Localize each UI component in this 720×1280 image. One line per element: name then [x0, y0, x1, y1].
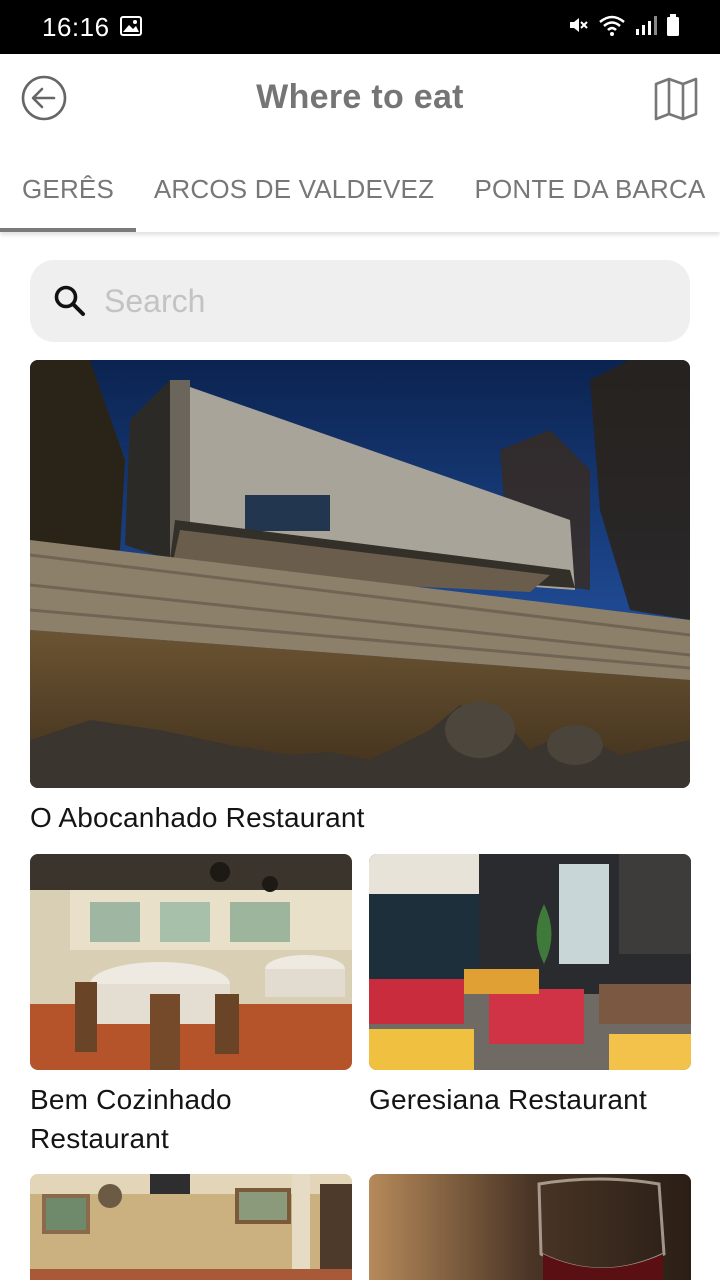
restaurant-card[interactable]	[369, 1174, 691, 1280]
active-tab-indicator	[0, 228, 136, 232]
restaurant-photo	[30, 1174, 352, 1280]
tab-geres[interactable]: GERÊS	[0, 146, 136, 232]
search-bar[interactable]	[30, 260, 690, 342]
gallery-icon	[120, 16, 142, 36]
signal-icon	[634, 13, 658, 37]
restaurant-name: Geresiana Restaurant	[369, 1084, 647, 1115]
restaurant-card[interactable]: O Abocanhado Restaurant	[30, 360, 690, 840]
restaurant-card[interactable]: Geresiana Restaurant	[369, 854, 691, 1164]
map-button[interactable]	[654, 76, 698, 122]
tab-arcos-de-valdevez[interactable]: ARCOS DE VALDEVEZ	[136, 146, 452, 232]
restaurant-photo	[30, 854, 352, 1070]
battery-icon	[666, 13, 680, 37]
status-icons	[566, 13, 680, 37]
restaurant-photo	[369, 1174, 691, 1280]
search-input[interactable]	[102, 260, 662, 342]
map-icon	[654, 76, 698, 122]
search-icon	[52, 283, 88, 319]
wifi-icon	[598, 13, 626, 37]
restaurant-photo	[369, 854, 691, 1070]
page-title: Where to eat	[256, 78, 464, 116]
restaurant-name: Bem Cozinhado Restaurant	[30, 1084, 232, 1154]
status-time: 16:16	[42, 12, 110, 42]
restaurant-photo	[30, 360, 690, 788]
region-tabs: GERÊS ARCOS DE VALDEVEZ PONTE DA BARCA	[0, 146, 720, 232]
app-bar: Where to eat	[0, 54, 720, 146]
tab-ponte-da-barca[interactable]: PONTE DA BARCA	[452, 146, 720, 232]
mute-icon	[566, 13, 590, 37]
restaurant-card[interactable]: Bem Cozinhado Restaurant	[30, 854, 352, 1164]
status-bar: 16:16	[0, 0, 720, 54]
restaurant-card[interactable]	[30, 1174, 352, 1280]
restaurant-name: O Abocanhado Restaurant	[30, 802, 365, 833]
